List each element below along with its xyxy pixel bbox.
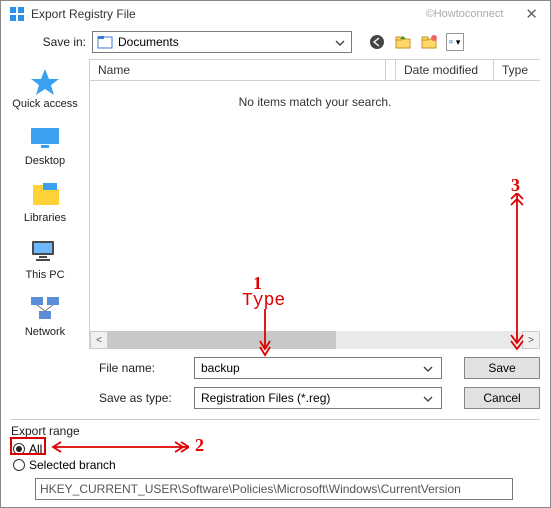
col-date[interactable]: Date modified <box>396 60 494 80</box>
save-in-row: Save in: Documents ▾ <box>1 27 550 59</box>
col-name[interactable]: Name <box>90 60 386 80</box>
column-headers: Name Date modified Type <box>89 59 540 81</box>
saveas-combo[interactable]: Registration Files (*.reg) <box>194 387 442 409</box>
close-button[interactable]: ✕ <box>521 5 542 23</box>
libraries-icon <box>27 179 63 209</box>
app-icon <box>9 6 25 22</box>
view-menu-button[interactable]: ▾ <box>446 33 464 51</box>
desktop-icon <box>27 122 63 152</box>
pc-icon <box>27 236 63 266</box>
toolbar-icons: ▾ <box>368 33 464 51</box>
place-network[interactable]: Network <box>25 293 65 338</box>
file-list: Name Date modified Type No items match y… <box>89 59 540 349</box>
horizontal-scrollbar[interactable]: < > <box>89 331 540 349</box>
save-in-value: Documents <box>118 35 333 49</box>
chevron-down-icon <box>421 361 435 375</box>
radio-icon <box>13 459 25 471</box>
star-icon <box>27 65 63 95</box>
col-type[interactable]: Type <box>494 60 540 80</box>
up-folder-icon[interactable] <box>394 33 412 51</box>
filename-label: File name: <box>99 361 184 375</box>
scroll-left-icon[interactable]: < <box>90 331 108 349</box>
radio-all[interactable]: All <box>13 442 540 456</box>
scroll-track[interactable] <box>108 331 522 349</box>
scroll-right-icon[interactable]: > <box>522 331 540 349</box>
radio-icon <box>13 443 25 455</box>
new-folder-icon[interactable] <box>420 33 438 51</box>
empty-message: No items match your search. <box>239 95 392 109</box>
main-area: Quick access Desktop Libraries This PC N… <box>1 59 550 349</box>
window-title: Export Registry File <box>31 7 426 21</box>
saveas-label: Save as type: <box>99 391 184 405</box>
save-in-label: Save in: <box>11 35 86 49</box>
place-desktop[interactable]: Desktop <box>25 122 65 167</box>
save-in-combo[interactable]: Documents <box>92 31 352 53</box>
chevron-down-icon <box>333 35 347 49</box>
saveastype-row: Save as type: Registration Files (*.reg) <box>99 387 452 409</box>
place-this-pc[interactable]: This PC <box>25 236 64 281</box>
file-list-body[interactable]: No items match your search. <box>89 81 540 331</box>
col-split[interactable] <box>386 60 396 80</box>
save-button[interactable]: Save <box>464 357 540 379</box>
places-bar: Quick access Desktop Libraries This PC N… <box>1 59 89 349</box>
filename-row: File name: backup <box>99 357 452 379</box>
radio-selected-branch[interactable]: Selected branch <box>13 458 540 472</box>
place-quick-access[interactable]: Quick access <box>12 65 77 110</box>
back-icon[interactable] <box>368 33 386 51</box>
chevron-down-icon <box>421 391 435 405</box>
scroll-thumb[interactable] <box>108 331 336 349</box>
export-range-label: Export range <box>11 424 540 438</box>
branch-path-input[interactable] <box>35 478 513 500</box>
title-bar: Export Registry File ©Howtoconnect ✕ <box>1 1 550 27</box>
folder-icon <box>97 35 113 49</box>
export-range-group: Export range All Selected branch <box>1 420 550 506</box>
watermark: ©Howtoconnect <box>426 8 504 20</box>
place-libraries[interactable]: Libraries <box>24 179 66 224</box>
cancel-button[interactable]: Cancel <box>464 387 540 409</box>
filename-input[interactable]: backup <box>194 357 442 379</box>
network-icon <box>27 293 63 323</box>
